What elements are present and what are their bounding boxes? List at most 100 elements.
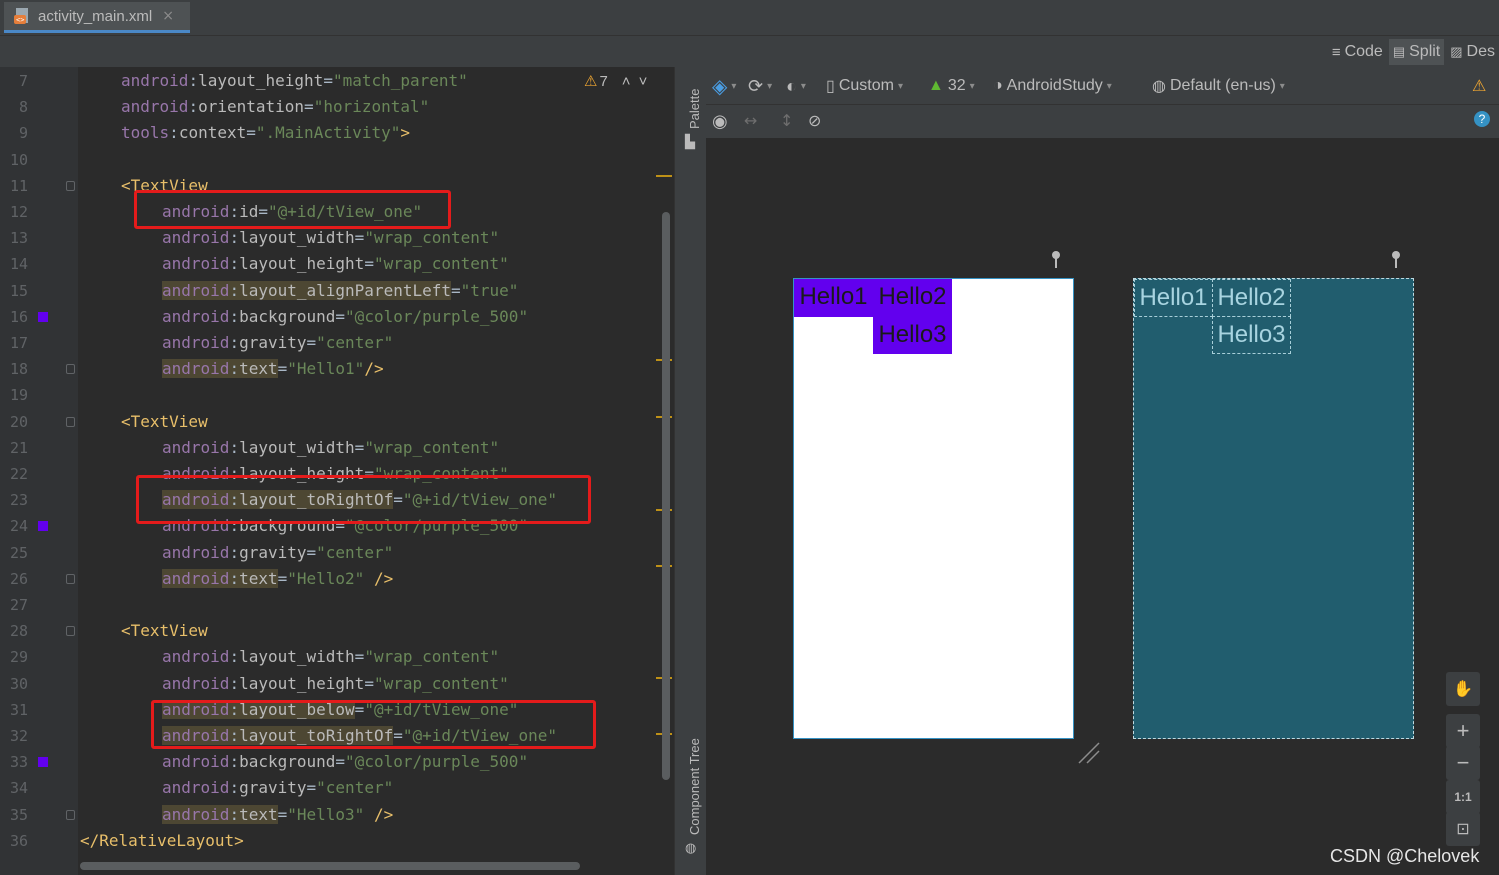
code-line[interactable]: android:gravity="center" bbox=[162, 540, 393, 566]
color-swatch-icon[interactable] bbox=[38, 311, 48, 322]
tab-close-icon[interactable]: × bbox=[162, 8, 174, 24]
zoom-in-button[interactable]: + bbox=[1446, 714, 1480, 748]
blueprint-hello1[interactable]: Hello1 bbox=[1134, 279, 1213, 317]
palette-tab[interactable]: Palette bbox=[687, 89, 702, 129]
stripe-mark[interactable] bbox=[656, 175, 672, 177]
locale-selector[interactable]: ◍ Default (en-us) ▾ bbox=[1152, 67, 1285, 105]
code-token: text bbox=[239, 359, 278, 379]
code-line[interactable]: android:background="@color/purple_500" bbox=[162, 749, 528, 775]
theme-icon: ◑ bbox=[993, 77, 1003, 94]
code-line[interactable]: android:layout_height="wrap_content" bbox=[162, 671, 509, 697]
blueprint-hello3[interactable]: Hello3 bbox=[1212, 316, 1291, 354]
pin-icon[interactable] bbox=[1051, 250, 1061, 268]
pin-icon[interactable] bbox=[1391, 250, 1401, 268]
xml-file-icon: <> bbox=[14, 7, 32, 25]
code-line[interactable]: android:text="Hello3" /> bbox=[162, 802, 393, 828]
tab-activity-main[interactable]: <> activity_main.xml × bbox=[4, 2, 190, 33]
code-line[interactable]: android:layout_width="wrap_content" bbox=[162, 644, 499, 670]
code-line[interactable]: android:layout_width="wrap_content" bbox=[162, 225, 499, 251]
code-token: = bbox=[323, 71, 333, 90]
horizontal-resize-icon[interactable]: ↔ bbox=[744, 111, 757, 130]
api-selector[interactable]: ▲ 32 ▾ bbox=[928, 67, 975, 105]
preview-hello2[interactable]: Hello2 bbox=[873, 279, 952, 317]
vertical-resize-icon[interactable]: ↕ bbox=[780, 111, 793, 130]
pan-hand-icon[interactable]: ✋ bbox=[1446, 672, 1480, 706]
code-line[interactable]: android:text="Hello2" /> bbox=[162, 566, 393, 592]
resize-handle-icon[interactable] bbox=[1077, 741, 1101, 765]
previous-highlight-icon[interactable]: ˄ bbox=[622, 73, 631, 90]
help-icon[interactable]: ? bbox=[1474, 111, 1490, 127]
preview-hello1[interactable]: Hello1 bbox=[794, 279, 873, 317]
blueprint-hello2[interactable]: Hello2 bbox=[1212, 279, 1291, 317]
fold-icon[interactable] bbox=[66, 364, 75, 375]
inspection-widget[interactable]: ⚠ 7 ˄ ˅ bbox=[584, 72, 648, 91]
code-line[interactable]: <TextView bbox=[121, 618, 208, 644]
preview-hello3[interactable]: Hello3 bbox=[873, 317, 952, 354]
warning-icon: ⚠ bbox=[584, 73, 598, 90]
fold-icon[interactable] bbox=[66, 180, 75, 191]
fold-icon[interactable] bbox=[66, 626, 75, 637]
code-line[interactable]: android:layout_alignParentLeft="true" bbox=[162, 278, 518, 304]
line-number: 14 bbox=[9, 255, 28, 274]
color-swatch-icon[interactable] bbox=[38, 521, 48, 532]
theme-selector[interactable]: ◑ AndroidStudy ▾ bbox=[993, 67, 1112, 105]
code-token: "center" bbox=[316, 778, 394, 798]
editor-mode-strip bbox=[0, 36, 1499, 67]
fold-icon[interactable] bbox=[66, 573, 75, 584]
line-number-gutter: 7 8 9 10 11 12 13 14 15 16 17 18 19 20 21 22 23 24 25 26 27 2… bbox=[0, 67, 78, 875]
code-token: : bbox=[229, 228, 240, 248]
code-line[interactable]: android:background="@color/purple_500" bbox=[162, 304, 528, 330]
code-token: orientation bbox=[198, 97, 305, 117]
warning-indicator-icon[interactable]: ⚠ bbox=[1472, 67, 1486, 105]
code-editor[interactable]: android:layout_height="match_parent" andr… bbox=[78, 67, 674, 875]
zoom-fit-button[interactable]: ⊡ bbox=[1446, 812, 1480, 846]
color-swatch-icon[interactable] bbox=[38, 757, 48, 768]
line-number: 13 bbox=[9, 229, 28, 248]
magnet-off-icon[interactable]: ⊘ bbox=[808, 111, 821, 130]
code-line[interactable]: android:gravity="center" bbox=[162, 330, 393, 356]
code-line[interactable]: android:layout_width="wrap_content" bbox=[162, 435, 499, 461]
code-line[interactable]: android:orientation="horizontal" bbox=[121, 94, 429, 120]
code-token: background bbox=[239, 752, 336, 772]
code-token: = bbox=[335, 752, 346, 772]
code-line[interactable]: <TextView bbox=[121, 409, 208, 435]
code-line[interactable]: android:layout_height="match_parent" bbox=[121, 68, 468, 94]
device-selector[interactable]: ▯ Custom ▾ bbox=[826, 67, 903, 105]
palette-icon: ▙ bbox=[685, 135, 695, 150]
code-line[interactable]: android:text="Hello1"/> bbox=[162, 356, 384, 382]
code-line[interactable]: android:layout_height="wrap_content" bbox=[162, 251, 509, 277]
code-line[interactable]: tools:context=".MainActivity"> bbox=[121, 120, 410, 146]
line-number: 32 bbox=[9, 727, 28, 745]
code-token: gravity bbox=[239, 333, 307, 352]
theme-label: AndroidStudy bbox=[1006, 77, 1103, 94]
code-token: android bbox=[162, 254, 230, 274]
component-tree-tab[interactable]: Component Tree bbox=[687, 738, 702, 835]
night-mode-icon[interactable]: ◐ ▾ bbox=[786, 67, 806, 105]
orientation-icon[interactable]: ⟳ ▾ bbox=[748, 67, 772, 105]
code-token: : bbox=[229, 333, 240, 352]
code-line[interactable]: </RelativeLayout> bbox=[80, 828, 244, 854]
blueprint-preview[interactable]: Hello1 Hello2 Hello3 bbox=[1133, 278, 1414, 739]
device-preview[interactable]: Hello1 Hello2 Hello3 bbox=[793, 278, 1074, 739]
image-icon: ▨ bbox=[1450, 44, 1463, 59]
code-line[interactable]: android:gravity="center" bbox=[162, 775, 393, 801]
split-mode-button[interactable]: ▤ Split bbox=[1388, 39, 1445, 65]
next-highlight-icon[interactable]: ˅ bbox=[639, 73, 648, 90]
design-mode-button[interactable]: ▨ Des bbox=[1446, 39, 1499, 65]
code-mode-button[interactable]: ≡ Code bbox=[1328, 39, 1387, 65]
eye-icon[interactable]: ◉ bbox=[712, 111, 728, 132]
line-number: 16 bbox=[9, 307, 28, 326]
layers-icon[interactable]: ◈ ▾ bbox=[712, 67, 736, 105]
code-token: android bbox=[121, 71, 189, 90]
line-number: 25 bbox=[9, 543, 28, 562]
tab-label: activity_main.xml bbox=[38, 7, 153, 25]
code-token: background bbox=[239, 306, 336, 326]
code-token: "match_parent" bbox=[332, 71, 468, 90]
zoom-actual-size-button[interactable]: 1:1 bbox=[1446, 780, 1480, 814]
vertical-scrollbar[interactable] bbox=[662, 212, 670, 780]
fold-icon[interactable] bbox=[66, 416, 75, 427]
code-token: "center" bbox=[316, 542, 394, 562]
fold-icon[interactable] bbox=[66, 809, 75, 820]
zoom-out-button[interactable]: − bbox=[1446, 746, 1480, 780]
horizontal-scrollbar[interactable] bbox=[80, 862, 580, 870]
